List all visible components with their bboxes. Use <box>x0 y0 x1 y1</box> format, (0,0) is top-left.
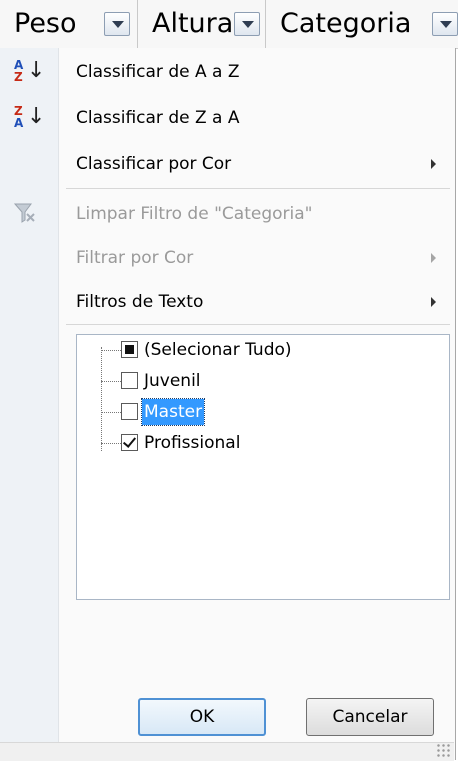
column-header-peso[interactable]: Peso <box>0 0 138 48</box>
menu-resize-strip <box>0 742 454 761</box>
checkbox-partial[interactable] <box>121 341 138 358</box>
checkbox-checked[interactable] <box>121 434 138 451</box>
column-header-altura[interactable]: Altura <box>138 0 266 48</box>
menu-item-sort-a-to-z[interactable]: A Z ↓ Classificar de A a Z <box>0 52 454 92</box>
menu-item-sort-by-color[interactable]: Classificar por Cor <box>0 144 454 184</box>
tree-line <box>101 381 121 382</box>
menu-item-label: Classificar de Z a A <box>76 108 240 128</box>
tree-line <box>101 412 121 413</box>
list-item-juvenil[interactable]: Juvenil <box>101 367 441 397</box>
list-item-label: Master <box>140 398 206 426</box>
menu-separator <box>66 188 450 189</box>
list-item-label: (Selecionar Tudo) <box>144 340 292 360</box>
tree-line <box>101 350 121 351</box>
ok-button[interactable]: OK <box>138 698 266 736</box>
column-header-label: Altura <box>152 8 234 39</box>
filter-dropdown-button[interactable] <box>104 12 130 36</box>
checkbox-unchecked[interactable] <box>121 372 138 389</box>
filter-value-list[interactable]: (Selecionar Tudo) Juvenil Master Profiss… <box>76 334 450 600</box>
cancel-button[interactable]: Cancelar <box>306 698 434 736</box>
sort-ascending-icon: A Z ↓ <box>14 58 46 84</box>
column-header-categoria[interactable]: Categoria <box>266 0 458 48</box>
sort-descending-icon: Z A ↓ <box>14 104 46 130</box>
menu-item-label: Limpar Filtro de "Categoria" <box>76 204 313 224</box>
submenu-arrow-icon <box>431 159 436 169</box>
list-item-profissional[interactable]: Profissional <box>101 429 441 459</box>
tree-line <box>101 443 121 444</box>
submenu-arrow-icon <box>431 253 436 263</box>
menu-item-label: Classificar por Cor <box>76 154 232 174</box>
filter-dropdown-button[interactable] <box>432 12 458 36</box>
list-item-label: Juvenil <box>144 371 201 391</box>
menu-item-label: Filtrar por Cor <box>76 248 194 268</box>
column-header-label: Peso <box>14 8 77 39</box>
resize-grip-icon[interactable] <box>436 743 450 757</box>
list-item-select-all[interactable]: (Selecionar Tudo) <box>101 336 441 366</box>
menu-separator <box>66 324 450 325</box>
menu-item-text-filters[interactable]: Filtros de Texto <box>0 282 454 322</box>
column-header-row: Peso Altura Categoria <box>0 0 458 49</box>
filter-dropdown-button[interactable] <box>234 12 260 36</box>
menu-item-label: Classificar de A a Z <box>76 62 240 82</box>
autofilter-menu: A Z ↓ Classificar de A a Z Z A ↓ Classif… <box>0 48 456 760</box>
menu-item-clear-filter: Limpar Filtro de "Categoria" <box>0 194 454 234</box>
clear-filter-icon <box>12 200 42 228</box>
checkbox-unchecked[interactable] <box>121 403 138 420</box>
column-header-label: Categoria <box>280 8 412 39</box>
submenu-arrow-icon <box>431 297 436 307</box>
menu-item-label: Filtros de Texto <box>76 292 204 312</box>
menu-item-sort-z-to-a[interactable]: Z A ↓ Classificar de Z a A <box>0 98 454 138</box>
menu-item-filter-by-color: Filtrar por Cor <box>0 238 454 278</box>
list-item-label: Profissional <box>144 433 241 453</box>
list-item-master[interactable]: Master <box>101 398 441 428</box>
